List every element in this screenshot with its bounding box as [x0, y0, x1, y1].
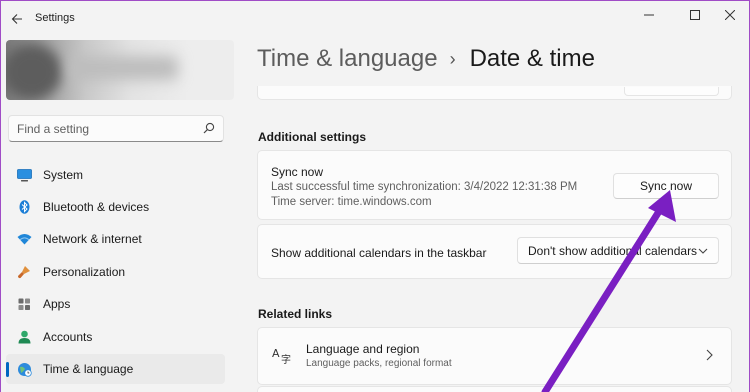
sidebar-item-label: System: [43, 168, 84, 182]
apps-grid-icon: [16, 297, 32, 311]
breadcrumb: Time & language › Date & time: [257, 45, 595, 73]
additional-calendars-card: Show additional calendars in the taskbar…: [257, 224, 732, 279]
maximize-icon: [690, 10, 700, 20]
sidebar-item-accounts[interactable]: Accounts: [6, 322, 225, 352]
chevron-right-icon: [706, 349, 713, 361]
bluetooth-icon: [16, 200, 32, 214]
minimize-icon: [644, 14, 654, 16]
previous-control-fragment: [624, 87, 719, 96]
sidebar-item-time-language[interactable]: Time & language: [6, 354, 225, 384]
back-button[interactable]: [6, 8, 28, 30]
search-input[interactable]: [17, 121, 197, 136]
globe-clock-icon: [16, 362, 32, 377]
sidebar-item-label: Personalization: [43, 265, 126, 279]
arrow-left-icon: [11, 14, 22, 24]
sync-now-title: Sync now: [271, 165, 324, 179]
title-bar: Settings: [0, 0, 750, 38]
person-icon: [16, 330, 32, 344]
search-box[interactable]: [8, 115, 224, 142]
sync-now-card: Sync now Last successful time synchroniz…: [257, 150, 732, 220]
time-server-text: Time server: time.windows.com: [271, 196, 432, 208]
chevron-down-icon: [698, 248, 708, 254]
related-link-title: Language and region: [306, 342, 420, 356]
additional-calendars-dropdown[interactable]: Don't show additional calendars: [517, 237, 719, 264]
related-link-subtitle: Language packs, regional format: [306, 358, 452, 369]
breadcrumb-parent[interactable]: Time & language: [257, 45, 438, 73]
sidebar-item-personalization[interactable]: Personalization: [6, 257, 225, 287]
sidebar-item-label: Bluetooth & devices: [43, 200, 150, 214]
sidebar-item-label: Network & internet: [43, 232, 142, 246]
app-title: Settings: [35, 12, 75, 24]
sync-now-button[interactable]: Sync now: [613, 173, 719, 199]
search-icon[interactable]: [203, 122, 215, 134]
section-title-additional-settings: Additional settings: [258, 130, 366, 144]
minimize-button[interactable]: [626, 0, 672, 30]
sidebar-item-apps[interactable]: Apps: [6, 289, 225, 319]
sidebar-item-system[interactable]: System: [6, 160, 225, 190]
additional-calendars-label: Show additional calendars in the taskbar: [271, 246, 487, 260]
selection-indicator: [6, 362, 9, 377]
sidebar-item-bluetooth-devices[interactable]: Bluetooth & devices: [6, 192, 225, 222]
dropdown-selected-value: Don't show additional calendars: [528, 243, 698, 258]
sidebar-item-label: Time & language: [43, 362, 134, 376]
last-sync-text: Last successful time synchronization: 3/…: [271, 181, 578, 193]
paintbrush-icon: [16, 265, 32, 279]
related-link-next-card[interactable]: [257, 386, 732, 392]
svg-text:字: 字: [281, 353, 291, 364]
user-name-blurred: [68, 56, 178, 80]
user-profile-card[interactable]: [6, 40, 234, 100]
previous-settings-card: [257, 86, 732, 100]
close-button[interactable]: [707, 0, 750, 30]
language-icon: A 字: [272, 347, 291, 364]
close-icon: [725, 10, 735, 20]
svg-text:A: A: [272, 347, 280, 360]
sidebar-item-label: Apps: [43, 297, 71, 311]
page-title: Date & time: [469, 45, 595, 72]
wifi-icon: [16, 232, 32, 246]
avatar: [6, 44, 62, 100]
sidebar-item-network-internet[interactable]: Network & internet: [6, 224, 225, 254]
sidebar-item-label: Accounts: [43, 330, 93, 344]
section-title-related-links: Related links: [258, 307, 333, 321]
related-link-language-region[interactable]: A 字 Language and region Language packs, …: [257, 327, 732, 385]
breadcrumb-separator: ›: [449, 48, 456, 69]
monitor-icon: [16, 168, 32, 182]
